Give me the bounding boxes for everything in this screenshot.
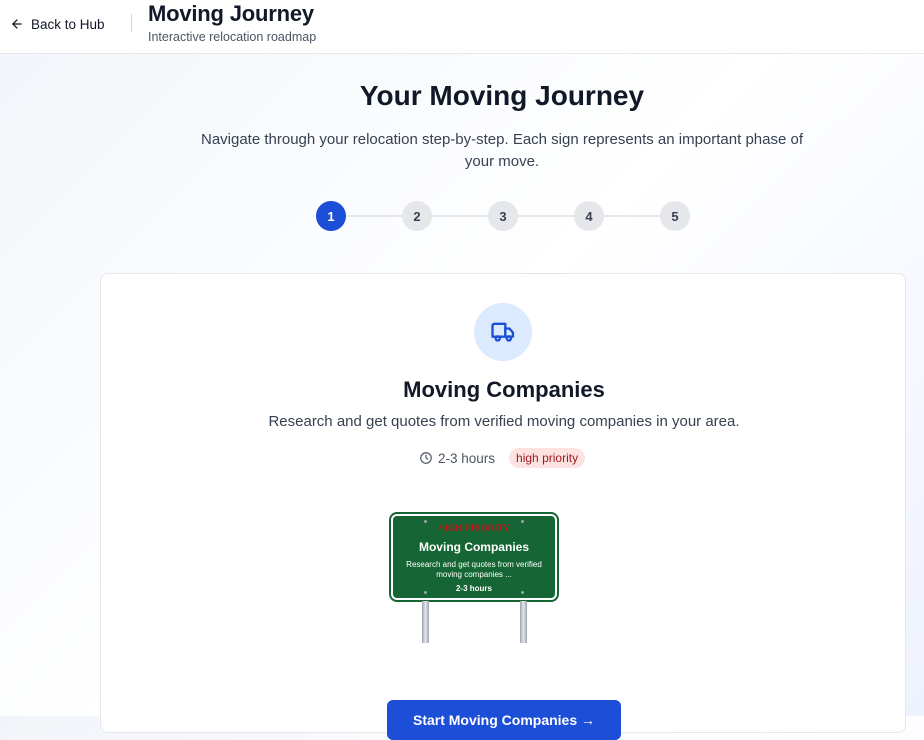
- duration-label: 2-3 hours: [438, 450, 496, 466]
- clock-icon: [420, 452, 432, 464]
- step-5[interactable]: 5: [660, 201, 690, 231]
- start-step-button[interactable]: Start Moving Companies →: [387, 700, 621, 740]
- step-connector: [604, 215, 660, 217]
- step-meta: 2-3 hours high priority: [419, 447, 586, 469]
- step-connector: [432, 215, 488, 217]
- step-connector: [518, 215, 574, 217]
- sign-time: 2-3 hours: [455, 584, 492, 593]
- priority-badge: high priority: [509, 448, 586, 468]
- sign-title: Moving Companies: [418, 540, 529, 554]
- step-title: Moving Companies: [403, 377, 605, 402]
- step-2[interactable]: 2: [402, 201, 432, 231]
- header-divider: [131, 14, 132, 32]
- road-sign[interactable]: HIGH PRIORITY Moving Companies Research …: [389, 512, 559, 602]
- app-subtitle: Interactive relocation roadmap: [148, 30, 317, 44]
- step-connector: [346, 215, 402, 217]
- step-3[interactable]: 3: [488, 201, 518, 231]
- page-description: Navigate through your relocation step-by…: [200, 131, 803, 170]
- sign-post-right: [520, 601, 527, 643]
- back-to-hub-label: Back to Hub: [31, 16, 105, 32]
- journey-stepper: 1 2 3 4 5: [316, 201, 690, 231]
- duration: 2-3 hours: [419, 451, 495, 466]
- sign-priority: HIGH PRIORITY: [438, 523, 510, 533]
- truck-icon: [491, 322, 515, 342]
- arrow-left-icon: [12, 19, 22, 29]
- step-icon-badge: [474, 303, 532, 361]
- app-title: Moving Journey: [148, 1, 314, 26]
- page-title: Your Moving Journey: [359, 80, 645, 111]
- step-1[interactable]: 1: [316, 201, 346, 231]
- sign-post-left: [422, 601, 429, 643]
- step-description: Research and get quotes from verified mo…: [268, 413, 740, 430]
- step-4[interactable]: 4: [574, 201, 604, 231]
- top-bar: Back to Hub Moving Journey Interactive r…: [0, 0, 924, 54]
- step-card: Moving Companies Research and get quotes…: [100, 273, 906, 740]
- back-to-hub-button[interactable]: Back to Hub: [10, 13, 105, 35]
- sign-description: Research and get quotes from verified mo…: [406, 560, 542, 579]
